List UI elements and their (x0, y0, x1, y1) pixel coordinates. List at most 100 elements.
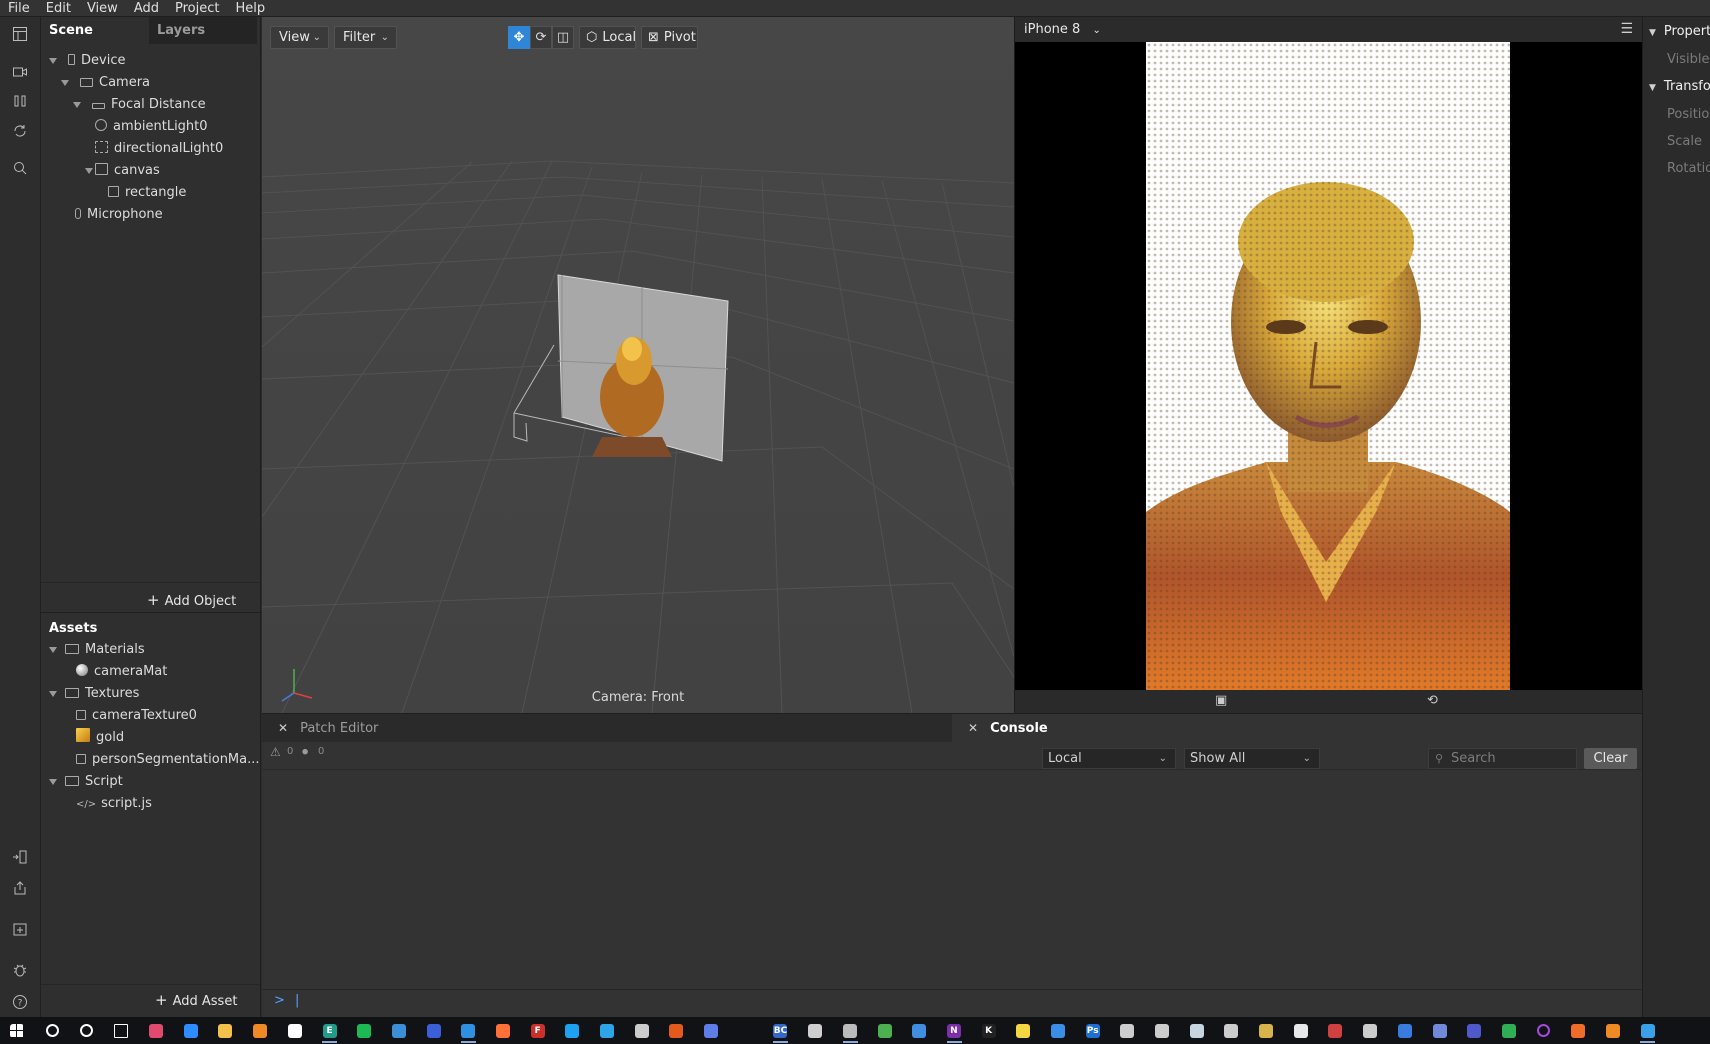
hex-app-icon[interactable] (1561, 1017, 1596, 1044)
search-icon[interactable] (35, 1017, 70, 1044)
tree-item-cameratexture[interactable]: cameraTexture0 (76, 705, 197, 727)
stack-app-icon[interactable] (624, 1017, 659, 1044)
filezilla-icon[interactable]: F (520, 1017, 555, 1044)
pivot-button[interactable]: ⊠ Pivot (641, 26, 698, 49)
tree-item-focal-distance[interactable]: Focal Distance (73, 94, 206, 116)
save-app-icon[interactable] (416, 1017, 451, 1044)
expand-triangle-icon[interactable] (49, 647, 57, 653)
menu-help[interactable]: Help (227, 0, 273, 17)
tree-item-ambient-light[interactable]: ambientLight0 (95, 116, 208, 138)
video-app-icon[interactable] (1318, 1017, 1353, 1044)
zoom-icon[interactable] (173, 1017, 208, 1044)
menu-edit[interactable]: Edit (38, 0, 79, 17)
move-tool-button[interactable]: ✥ (508, 26, 530, 49)
rotate-device-icon[interactable]: ⟲ (1427, 693, 1438, 708)
tree-item-device[interactable]: Device (49, 50, 125, 72)
send-to-device-icon[interactable] (10, 849, 30, 869)
expand-triangle-icon[interactable] (85, 168, 93, 174)
chrome-icon[interactable] (867, 1017, 902, 1044)
steam-icon[interactable] (1179, 1017, 1214, 1044)
tab-patch-editor[interactable]: ✕ Patch Editor (278, 714, 378, 742)
k-app-icon[interactable]: K (971, 1017, 1006, 1044)
instagram-app-icon[interactable] (694, 1017, 729, 1044)
help-icon[interactable]: ? (10, 994, 30, 1014)
firefox-icon[interactable] (486, 1017, 521, 1044)
file-explorer-icon[interactable] (208, 1017, 243, 1044)
sticky-notes-icon[interactable] (1006, 1017, 1041, 1044)
task-view-icon[interactable] (104, 1017, 139, 1044)
tree-item-camera[interactable]: Camera (61, 72, 150, 94)
tree-item-canvas[interactable]: canvas (85, 160, 160, 182)
todo-icon[interactable] (1041, 1017, 1076, 1044)
expand-triangle-icon[interactable] (49, 691, 57, 697)
windows-start-icon[interactable] (0, 1017, 35, 1044)
upload-icon[interactable] (10, 880, 30, 900)
menu-add[interactable]: Add (126, 0, 167, 17)
console-search-input[interactable]: ⚲ Search (1428, 748, 1577, 769)
video-icon[interactable] (10, 64, 30, 84)
zoom-icon[interactable] (10, 160, 30, 180)
calendar-icon[interactable] (1388, 1017, 1423, 1044)
view-dropdown[interactable]: View ⌄ (270, 26, 329, 49)
expand-triangle-icon[interactable] (49, 58, 57, 64)
git-app-icon[interactable] (1492, 1017, 1527, 1044)
expand-triangle-icon[interactable] (61, 80, 69, 86)
tree-item-rectangle[interactable]: rectangle (108, 182, 186, 204)
pinwheel-app-icon[interactable] (139, 1017, 174, 1044)
transform-header[interactable]: ▼ Transfor (1649, 79, 1710, 94)
filter-dropdown[interactable]: Filter ⌄ (334, 26, 397, 49)
discord-icon[interactable] (1422, 1017, 1457, 1044)
console-input[interactable]: > | (274, 993, 299, 1008)
hamburger-menu-icon[interactable]: ☰ (1620, 17, 1633, 42)
local-button[interactable]: ⬡ Local (579, 26, 636, 49)
tree-item-script-js[interactable]: </> script.js (76, 793, 152, 815)
screen-app-icon[interactable] (1353, 1017, 1388, 1044)
tree-item-textures[interactable]: Textures (49, 683, 139, 705)
device-dropdown[interactable]: iPhone 8 ⌄ (1024, 17, 1101, 43)
add-file-icon[interactable] (10, 921, 30, 941)
cortana-icon[interactable] (69, 1017, 104, 1044)
tree-item-directional-light[interactable]: directionalLight0 (95, 138, 223, 160)
scene-viewport[interactable]: View ⌄ Filter ⌄ ✥ ⟳ ◫ ⬡ Local ⊠ Pivot Came… (262, 17, 1014, 713)
spotify-icon[interactable] (347, 1017, 382, 1044)
tree-item-person-segmentation[interactable]: personSegmentationMa... (76, 749, 260, 771)
add-object-button[interactable]: + Add Object (147, 591, 236, 609)
tree-item-script-folder[interactable]: Script (49, 771, 123, 793)
photoshop-icon[interactable]: Ps (1075, 1017, 1110, 1044)
expand-triangle-icon[interactable] (49, 779, 57, 785)
menu-project[interactable]: Project (167, 0, 227, 17)
tree-item-materials[interactable]: Materials (49, 639, 145, 661)
store-icon[interactable] (278, 1017, 313, 1044)
cmd-icon[interactable] (833, 1017, 868, 1044)
refresh-icon[interactable] (10, 123, 30, 143)
rotate-tool-button[interactable]: ⟳ (530, 26, 552, 49)
tab-scene[interactable]: Scene (41, 17, 149, 44)
teams-icon[interactable] (1457, 1017, 1492, 1044)
bc-app-icon[interactable]: BC (763, 1017, 798, 1044)
spark-ar-icon[interactable] (1630, 1017, 1665, 1044)
plane-app-icon[interactable] (1214, 1017, 1249, 1044)
add-asset-button[interactable]: + Add Asset (155, 991, 237, 1009)
mail-icon[interactable] (902, 1017, 937, 1044)
scope-select[interactable]: Local ⌄ (1042, 748, 1176, 769)
tab-layers[interactable]: Layers (149, 17, 257, 44)
archive-app-icon[interactable] (1249, 1017, 1284, 1044)
clear-button[interactable]: Clear (1584, 748, 1637, 769)
tree-item-gold[interactable]: gold (76, 727, 124, 749)
circle-app-icon[interactable] (1526, 1017, 1561, 1044)
tree-item-cameramat[interactable]: cameraMat (76, 661, 167, 683)
twitter-icon[interactable] (555, 1017, 590, 1044)
close-icon[interactable]: ✕ (968, 721, 978, 735)
edge-app-icon[interactable]: E (312, 1017, 347, 1044)
menu-file[interactable]: File (0, 0, 38, 17)
pause-icon[interactable] (10, 93, 30, 113)
bug-icon[interactable] (10, 962, 30, 982)
terminal-icon[interactable] (798, 1017, 833, 1044)
tree-item-microphone[interactable]: Microphone (75, 204, 163, 226)
vlc-icon[interactable] (1596, 1017, 1631, 1044)
layout-icon[interactable] (10, 26, 30, 46)
edge-icon[interactable] (382, 1017, 417, 1044)
close-icon[interactable]: ✕ (278, 721, 288, 735)
tools-app-icon[interactable] (1145, 1017, 1180, 1044)
filter-select[interactable]: Show All ⌄ (1184, 748, 1320, 769)
